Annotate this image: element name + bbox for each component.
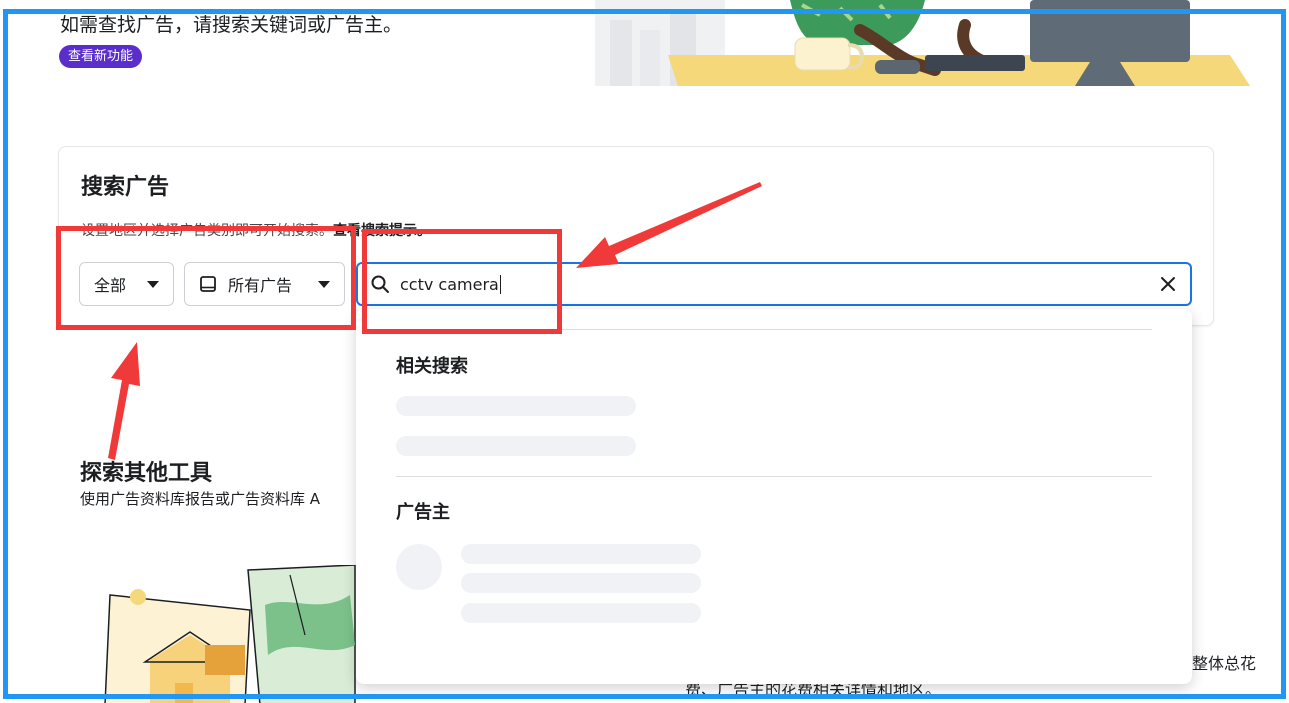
skeleton-related-2 <box>396 436 636 456</box>
ad-category-dropdown[interactable]: 所有广告 <box>184 262 345 306</box>
close-icon[interactable] <box>1158 274 1178 294</box>
search-input[interactable]: cctv camera <box>356 262 1192 306</box>
search-tips-link[interactable]: 查看搜索提示。 <box>333 223 431 239</box>
search-suggestions-panel: 相关搜索 广告主 <box>356 309 1192 684</box>
skeleton-avatar <box>396 544 442 590</box>
search-hint: 设置地区并选择广告类别即可开始搜索。查看搜索提示。 <box>81 220 431 240</box>
new-features-badge[interactable]: 查看新功能 <box>59 45 143 68</box>
explore-tools-description: 使用广告资料库报告或广告资料库 A <box>80 490 321 508</box>
annotation-arrow-filters <box>108 342 140 460</box>
skeleton-advertiser-2 <box>461 573 701 593</box>
divider <box>396 329 1152 330</box>
skeleton-advertiser-1 <box>461 544 701 564</box>
search-input-value: cctv camera <box>400 274 501 294</box>
caret-down-icon <box>318 280 330 288</box>
divider <box>396 476 1152 477</box>
region-dropdown-label: 全部 <box>94 276 127 295</box>
ad-library-page: 如需查找广告，请搜索关键词或广告主。 查看新功能 搜索广告 设置地区并选择广告类… <box>0 0 1289 703</box>
intro-text: 如需查找广告，请搜索关键词或广告主。 <box>60 14 403 36</box>
tablet-icon <box>200 276 216 292</box>
advertisers-heading: 广告主 <box>396 502 450 523</box>
caret-down-icon <box>147 280 159 288</box>
search-icon <box>371 275 389 293</box>
ad-category-label: 所有广告 <box>228 276 293 295</box>
skeleton-advertiser-3 <box>461 603 701 623</box>
related-searches-heading: 相关搜索 <box>396 356 468 377</box>
spend-text-fragment: 整体总花 <box>1192 654 1257 673</box>
search-ads-title: 搜索广告 <box>81 175 170 200</box>
region-dropdown[interactable]: 全部 <box>79 262 174 306</box>
tools-illustration <box>100 565 360 703</box>
skeleton-related-1 <box>396 396 636 416</box>
hero-illustration <box>590 0 1260 90</box>
search-hint-text: 设置地区并选择广告类别即可开始搜索。 <box>81 223 333 239</box>
explore-tools-title: 探索其他工具 <box>80 461 213 486</box>
